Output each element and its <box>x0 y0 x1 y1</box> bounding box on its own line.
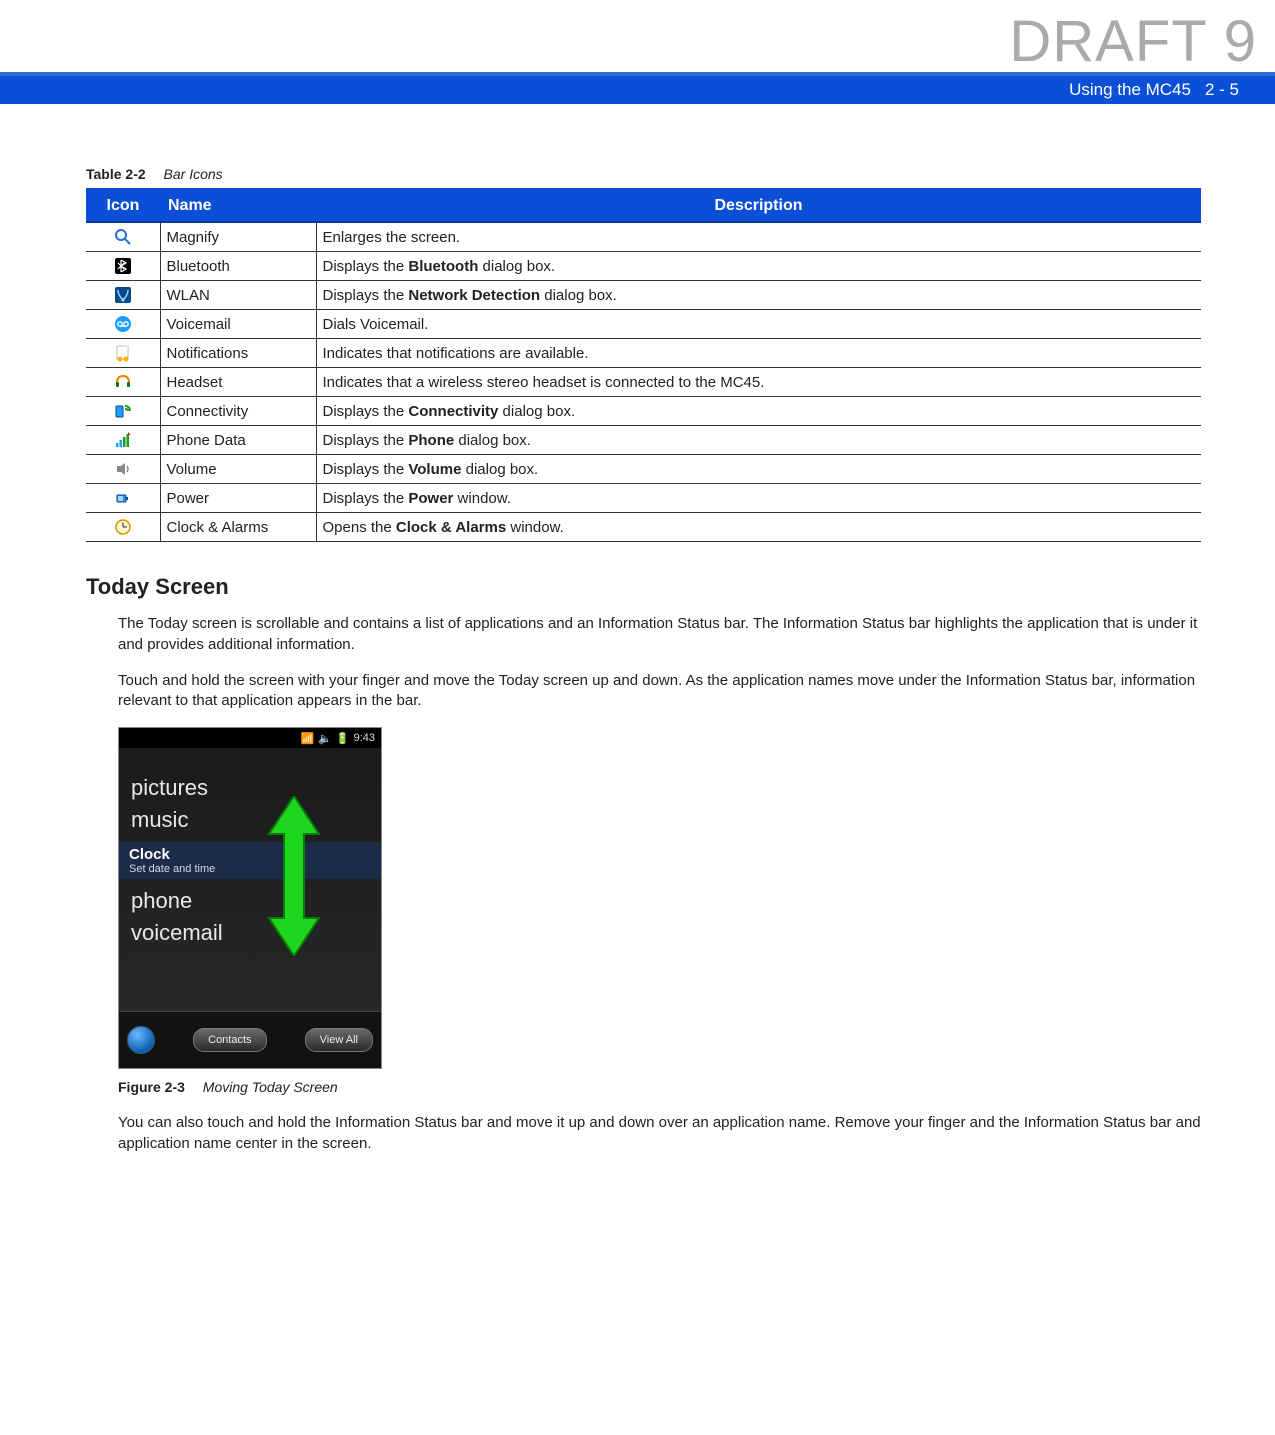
icon-description: Displays the Power window. <box>316 484 1201 513</box>
section-heading: Today Screen <box>86 574 1201 600</box>
wlan-icon <box>86 281 160 310</box>
icon-name: Clock & Alarms <box>160 513 316 542</box>
viewall-button: View All <box>305 1028 373 1052</box>
icon-name: Notifications <box>160 339 316 368</box>
figure-title: Moving Today Screen <box>203 1079 338 1095</box>
table-row: BluetoothDisplays the Bluetooth dialog b… <box>86 252 1201 281</box>
icon-description: Indicates that a wireless stereo headset… <box>316 368 1201 397</box>
icon-name: Bluetooth <box>160 252 316 281</box>
magnify-icon <box>86 222 160 252</box>
table-row: ConnectivityDisplays the Connectivity di… <box>86 397 1201 426</box>
table-title: Bar Icons <box>164 166 223 182</box>
header-title: Using the MC45 <box>1069 80 1191 100</box>
icon-description: Displays the Phone dialog box. <box>316 426 1201 455</box>
contacts-button: Contacts <box>193 1028 266 1052</box>
table-row: HeadsetIndicates that a wireless stereo … <box>86 368 1201 397</box>
icon-name: Power <box>160 484 316 513</box>
table-row: Phone DataDisplays the Phone dialog box. <box>86 426 1201 455</box>
power-icon <box>86 484 160 513</box>
col-icon: Icon <box>86 190 160 223</box>
today-item-music: music <box>119 804 381 836</box>
today-item-voicemail: voicemail <box>119 917 381 949</box>
infobar-title: Clock <box>129 846 371 863</box>
icon-description: Displays the Volume dialog box. <box>316 455 1201 484</box>
table-row: VoicemailDials Voicemail. <box>86 310 1201 339</box>
page-header: Using the MC45 2 - 5 <box>0 72 1275 104</box>
bar-icons-table: Icon Name Description MagnifyEnlarges th… <box>86 188 1201 542</box>
figure-label: Figure 2-3 <box>118 1079 185 1095</box>
today-screen-screenshot: 📶 🔈 🔋 9:43 pictures music Clock Set date… <box>118 727 382 1069</box>
status-signal-icon: 📶 <box>300 732 314 745</box>
table-row: WLANDisplays the Network Detection dialo… <box>86 281 1201 310</box>
headset-icon <box>86 368 160 397</box>
bluetooth-icon <box>86 252 160 281</box>
paragraph-3: You can also touch and hold the Informat… <box>118 1113 1201 1154</box>
table-label: Table 2-2 <box>86 166 146 182</box>
icon-name: Magnify <box>160 222 316 252</box>
clockalarm-icon <box>86 513 160 542</box>
table-row: Clock & AlarmsOpens the Clock & Alarms w… <box>86 513 1201 542</box>
status-volume-icon: 🔈 <box>318 732 332 745</box>
today-item-pictures: pictures <box>119 772 381 804</box>
phone-status-bar: 📶 🔈 🔋 9:43 <box>119 728 381 748</box>
header-page-number: 2 - 5 <box>1205 80 1239 100</box>
icon-name: WLAN <box>160 281 316 310</box>
col-name: Name <box>160 190 316 223</box>
today-item-phone: phone <box>119 885 381 917</box>
icon-description: Indicates that notifications are availab… <box>316 339 1201 368</box>
draft-watermark: DRAFT 9 <box>1009 8 1257 75</box>
icon-name: Voicemail <box>160 310 316 339</box>
icon-name: Connectivity <box>160 397 316 426</box>
paragraph-1: The Today screen is scrollable and conta… <box>118 614 1201 655</box>
start-orb-icon <box>127 1026 155 1054</box>
table-row: NotificationsIndicates that notification… <box>86 339 1201 368</box>
table-caption: Table 2-2 Bar Icons <box>86 166 1201 182</box>
scroll-arrow-icon <box>264 796 324 960</box>
status-battery-icon: 🔋 <box>336 732 350 745</box>
bottom-tray: Contacts View All <box>119 1011 381 1068</box>
figure-caption: Figure 2-3 Moving Today Screen <box>118 1079 1201 1095</box>
status-time: 9:43 <box>354 732 375 744</box>
icon-description: Opens the Clock & Alarms window. <box>316 513 1201 542</box>
infobar-subtitle: Set date and time <box>129 863 371 875</box>
icon-name: Headset <box>160 368 316 397</box>
connectivity-icon <box>86 397 160 426</box>
icon-description: Displays the Connectivity dialog box. <box>316 397 1201 426</box>
figure-2-3: 📶 🔈 🔋 9:43 pictures music Clock Set date… <box>118 727 1201 1095</box>
notifications-icon <box>86 339 160 368</box>
info-status-bar: Clock Set date and time <box>119 842 381 879</box>
icon-name: Volume <box>160 455 316 484</box>
icon-description: Displays the Network Detection dialog bo… <box>316 281 1201 310</box>
icon-description: Dials Voicemail. <box>316 310 1201 339</box>
col-description: Description <box>316 190 1201 223</box>
table-row: PowerDisplays the Power window. <box>86 484 1201 513</box>
voicemail-icon <box>86 310 160 339</box>
volume-icon <box>86 455 160 484</box>
paragraph-2: Touch and hold the screen with your fing… <box>118 671 1201 712</box>
table-row: VolumeDisplays the Volume dialog box. <box>86 455 1201 484</box>
phonedata-icon <box>86 426 160 455</box>
icon-description: Enlarges the screen. <box>316 222 1201 252</box>
icon-description: Displays the Bluetooth dialog box. <box>316 252 1201 281</box>
table-row: MagnifyEnlarges the screen. <box>86 222 1201 252</box>
icon-name: Phone Data <box>160 426 316 455</box>
